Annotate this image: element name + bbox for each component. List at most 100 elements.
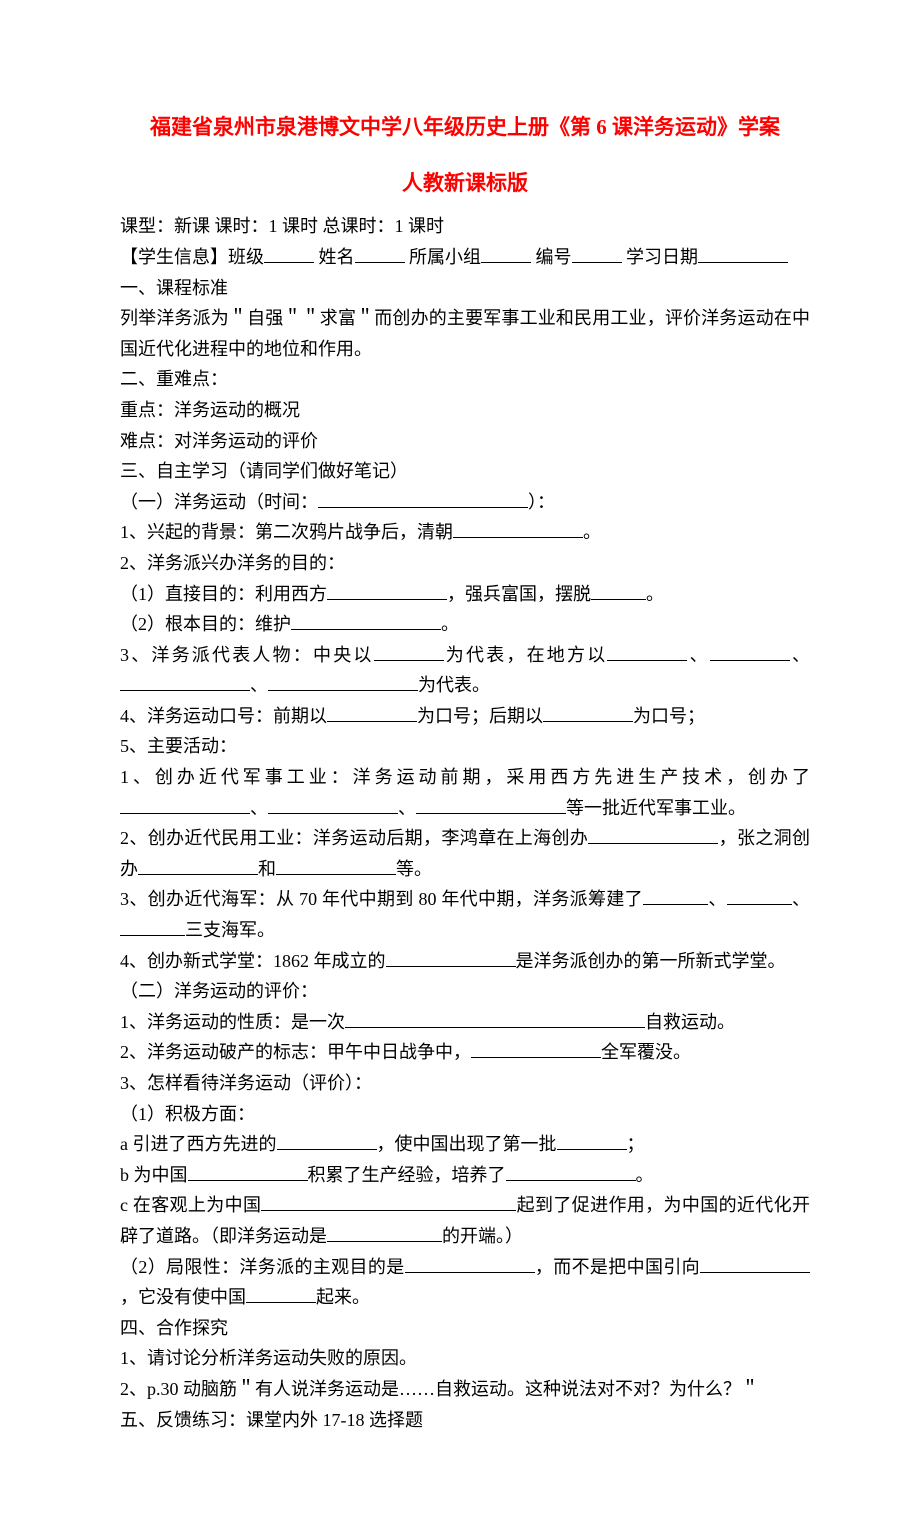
blank[interactable]	[591, 581, 646, 600]
blank[interactable]	[588, 825, 718, 844]
item: （2）局限性：洋务派的主观目的是，而不是把中国引向，它没有使中国起来。	[120, 1252, 810, 1313]
text: 等。	[396, 859, 432, 879]
group-field[interactable]	[481, 244, 531, 263]
blank[interactable]	[327, 581, 447, 600]
blank[interactable]	[607, 642, 687, 661]
blank[interactable]	[345, 1009, 645, 1028]
text: 1、洋务运动的性质：是一次	[120, 1012, 345, 1032]
section-3-title: 三、自主学习（请同学们做好笔记）	[120, 456, 810, 487]
item: c 在客观上为中国起到了促进作用，为中国的近代化开辟了道路。（即洋务运动是的开端…	[120, 1190, 810, 1251]
item: 2、创办近代民用工业：洋务运动后期，李鸿章在上海创办，张之洞创办和等。	[120, 823, 810, 884]
text: 和	[258, 859, 276, 879]
text: ；	[627, 1134, 645, 1154]
blank[interactable]	[710, 642, 790, 661]
text: 。	[636, 1165, 654, 1185]
blank[interactable]	[188, 1162, 308, 1181]
blank[interactable]	[120, 795, 250, 814]
blank[interactable]	[291, 611, 441, 630]
name-field[interactable]	[355, 244, 405, 263]
text: （2）局限性：洋务派的主观目的是	[120, 1257, 405, 1277]
blank[interactable]	[277, 1131, 377, 1150]
blank[interactable]	[120, 672, 250, 691]
blank[interactable]	[268, 795, 398, 814]
blank[interactable]	[543, 703, 633, 722]
text: 1、创办近代军事工业：洋务运动前期，采用西方先进生产技术，创办了	[120, 767, 810, 787]
text: 全军覆没。	[601, 1042, 691, 1062]
text: 为代表，在地方以	[444, 645, 608, 665]
text: ，强兵富国，摆脱	[447, 584, 591, 604]
section-1-body: 列举洋务派为＂自强＂＂求富＂而创办的主要军事工业和民用工业，评价洋务运动在中国近…	[120, 303, 810, 364]
blank[interactable]	[276, 856, 396, 875]
text: 。	[441, 614, 459, 634]
item: 1、请讨论分析洋务运动失败的原因。	[120, 1343, 810, 1374]
text: 的开端。）	[442, 1226, 523, 1246]
text: ）：	[528, 492, 555, 512]
text: b 为中国	[120, 1165, 188, 1185]
item: a 引进了西方先进的，使中国出现了第一批；	[120, 1129, 810, 1160]
text: c 在客观上为中国	[120, 1195, 261, 1215]
group-label: 所属小组	[409, 247, 481, 267]
blank[interactable]	[138, 856, 258, 875]
blank[interactable]	[268, 672, 418, 691]
text: （一）洋务运动（时间：	[120, 492, 318, 512]
text: 为口号；后期以	[417, 706, 543, 726]
name-label: 姓名	[319, 247, 355, 267]
blank[interactable]	[727, 886, 792, 905]
item: （1）直接目的：利用西方 ，强兵富国，摆脱 。	[120, 579, 810, 610]
text: 1、兴起的背景：第二次鸦片战争后，清朝	[120, 522, 453, 542]
student-info-line: 【学生信息】班级 姓名 所属小组 编号 学习日期	[120, 242, 810, 273]
blank[interactable]	[416, 795, 566, 814]
item: 1、兴起的背景：第二次鸦片战争后，清朝 。	[120, 517, 810, 548]
section-3-sub2: （二）洋务运动的评价：	[120, 976, 810, 1007]
section-4-title: 四、合作探究	[120, 1313, 810, 1344]
date-field[interactable]	[698, 244, 788, 263]
blank[interactable]	[506, 1162, 636, 1181]
student-info-prefix: 【学生信息】班级	[120, 247, 264, 267]
section-3-sub1: （一）洋务运动（时间： ）：	[120, 487, 810, 518]
item: 2、洋务派兴办洋务的目的：	[120, 548, 810, 579]
item: 3、怎样看待洋务运动（评价）：	[120, 1068, 810, 1099]
item: 2、洋务运动破产的标志：甲午中日战争中， 全军覆没。	[120, 1037, 810, 1068]
text: 自救运动。	[645, 1012, 735, 1032]
text: 、	[708, 889, 727, 909]
section-2-point: 重点：洋务运动的概况	[120, 395, 810, 426]
item: b 为中国 积累了生产经验，培养了 。	[120, 1160, 810, 1191]
blank[interactable]	[453, 519, 583, 538]
class-field[interactable]	[264, 244, 314, 263]
text: 、	[792, 889, 810, 909]
blank[interactable]	[374, 642, 444, 661]
text: 为口号；	[633, 706, 705, 726]
blank[interactable]	[386, 948, 516, 967]
item: （2）根本目的：维护 。	[120, 609, 810, 640]
text: 、	[687, 645, 709, 665]
text: 三支海军。	[185, 920, 275, 940]
text: 积累了生产经验，培养了	[308, 1165, 506, 1185]
blank[interactable]	[327, 1223, 442, 1242]
text: ，使中国出现了第一批	[377, 1134, 557, 1154]
number-field[interactable]	[572, 244, 622, 263]
text: 3、洋务派代表人物：中央以	[120, 645, 374, 665]
text: 2、洋务运动破产的标志：甲午中日战争中，	[120, 1042, 471, 1062]
blank[interactable]	[471, 1039, 601, 1058]
text: 3、创办近代海军：从 70 年代中期到 80 年代中期，洋务派筹建了	[120, 889, 643, 909]
blank[interactable]	[246, 1284, 316, 1303]
blank[interactable]	[318, 489, 528, 508]
item: 3、洋务派代表人物：中央以为代表，在地方以、、、为代表。	[120, 640, 810, 701]
text: （1）直接目的：利用西方	[120, 584, 327, 604]
text: 。	[646, 584, 664, 604]
text: 。	[583, 522, 601, 542]
blank[interactable]	[557, 1131, 627, 1150]
text: 4、创办新式学堂：1862 年成立的	[120, 951, 386, 971]
blank[interactable]	[261, 1192, 516, 1211]
blank[interactable]	[700, 1254, 810, 1273]
text: 是洋务派创办的第一所新式学堂。	[516, 951, 786, 971]
blank[interactable]	[405, 1254, 535, 1273]
text: （2）根本目的：维护	[120, 614, 291, 634]
blank[interactable]	[327, 703, 417, 722]
blank[interactable]	[643, 886, 708, 905]
section-2-title: 二、重难点：	[120, 364, 810, 395]
text: 起来。	[316, 1287, 370, 1307]
blank[interactable]	[120, 917, 185, 936]
item: 4、洋务运动口号：前期以为口号；后期以为口号；	[120, 701, 810, 732]
item: 5、主要活动：	[120, 731, 810, 762]
